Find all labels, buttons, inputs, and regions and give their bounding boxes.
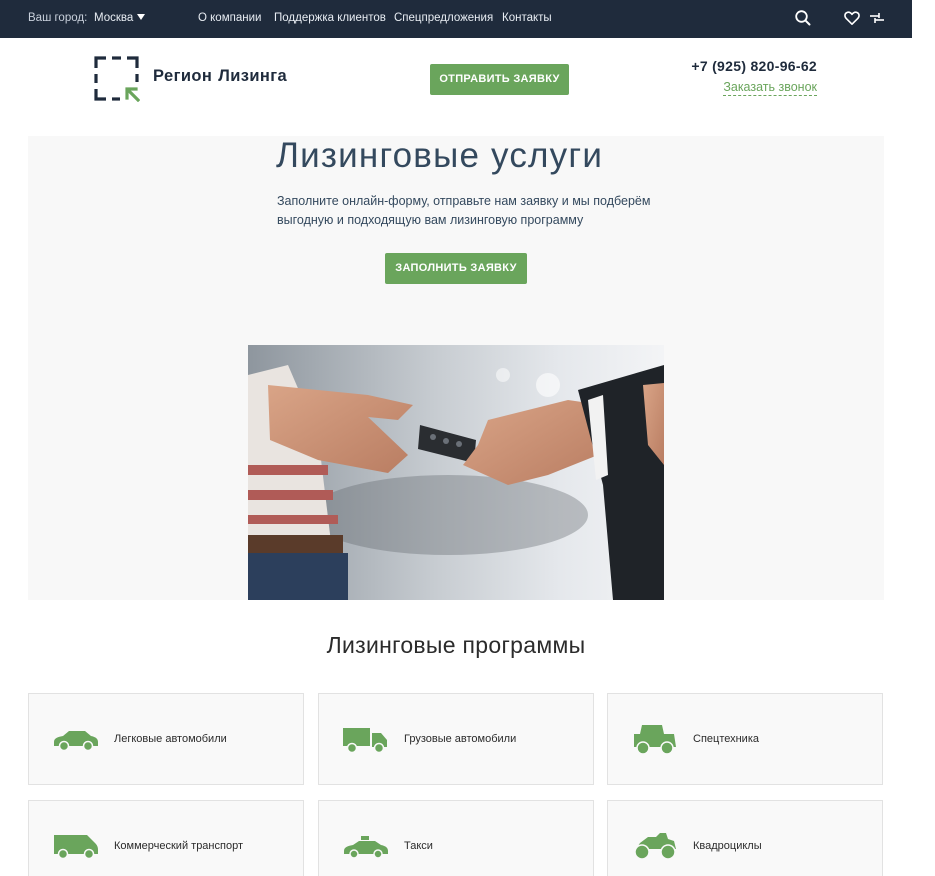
nav-link-offers[interactable]: Спецпредложения	[394, 12, 493, 24]
nav-link-contacts[interactable]: Контакты	[502, 12, 552, 24]
taxi-icon	[341, 829, 391, 863]
car-icon	[51, 722, 101, 756]
phone-number[interactable]: +7 (925) 820-96-62	[691, 58, 817, 74]
tractor-icon	[630, 722, 680, 756]
program-label: Квадроциклы	[693, 840, 762, 852]
hero-lead: Заполните онлайн-форму, отправьте нам за…	[277, 194, 651, 227]
brand-word-2: Лизинга	[218, 67, 288, 85]
hero-photo	[248, 345, 664, 600]
van-icon	[51, 829, 101, 863]
search-icon[interactable]	[794, 9, 812, 27]
brand-name[interactable]: Регион Лизинга	[153, 67, 287, 86]
chevron-down-icon[interactable]	[137, 14, 145, 20]
hero-title: Лизинговые услуги	[276, 136, 604, 175]
program-card-taxi[interactable]: Такси	[318, 800, 594, 876]
program-card-special[interactable]: Спецтехника	[607, 693, 883, 785]
truck-icon	[341, 722, 391, 756]
program-card-commercial[interactable]: Коммерческий транспорт	[28, 800, 304, 876]
program-label: Такси	[404, 840, 433, 852]
heart-icon[interactable]	[843, 9, 861, 27]
program-label: Легковые автомобили	[114, 733, 227, 745]
callback-link[interactable]: Заказать звонок	[723, 80, 817, 96]
nav-link-about[interactable]: О компании	[198, 12, 261, 24]
hero-section: Лизинговые услуги Заполните онлайн-форму…	[28, 136, 884, 600]
city-select[interactable]: Москва	[94, 12, 133, 24]
program-label: Спецтехника	[693, 733, 759, 745]
top-bar: Ваш город: Москва О компании Поддержка к…	[0, 0, 912, 38]
compare-icon[interactable]	[868, 9, 886, 27]
send-request-button[interactable]: ОТПРАВИТЬ ЗАЯВКУ	[430, 64, 569, 95]
fill-request-button[interactable]: ЗАПОЛНИТЬ ЗАЯВКУ	[385, 253, 527, 284]
program-label: Коммерческий транспорт	[114, 840, 243, 852]
city-label: Ваш город:	[28, 12, 88, 24]
nav-link-support[interactable]: Поддержка клиентов	[274, 12, 386, 24]
program-label: Грузовые автомобили	[404, 733, 517, 745]
program-card-atv[interactable]: Квадроциклы	[607, 800, 883, 876]
programs-title: Лизинговые программы	[326, 632, 586, 658]
logo-icon[interactable]	[94, 56, 141, 103]
brand-word-1: Регион	[153, 67, 213, 85]
program-card-trucks[interactable]: Грузовые автомобили	[318, 693, 594, 785]
atv-icon	[630, 829, 680, 863]
program-card-cars[interactable]: Легковые автомобили	[28, 693, 304, 785]
